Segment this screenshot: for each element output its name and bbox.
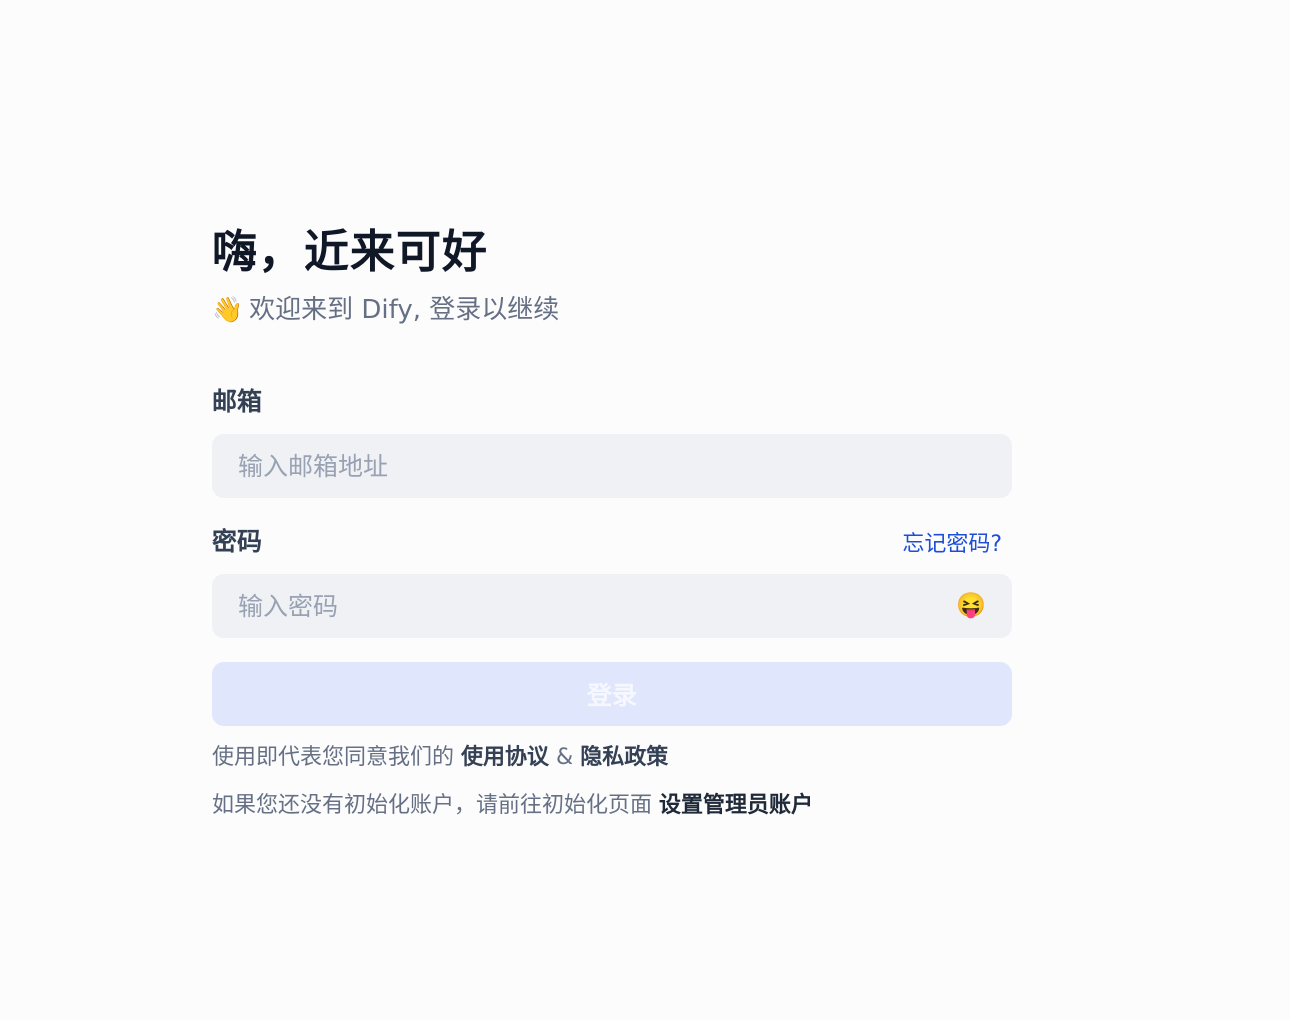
init-notice: 如果您还没有初始化账户，请前往初始化页面 设置管理员账户 bbox=[212, 790, 1012, 822]
setup-admin-link[interactable]: 设置管理员账户 bbox=[659, 793, 813, 818]
email-field-container bbox=[212, 434, 1012, 498]
init-prefix: 如果您还没有初始化账户，请前往初始化页面 bbox=[212, 793, 653, 818]
login-page: 嗨，近来可好 👋 欢迎来到 Dify, 登录以继续 邮箱 密码 忘记密码? 😝 … bbox=[0, 0, 1290, 1020]
email-label-row: 邮箱 bbox=[212, 384, 1012, 420]
page-subtitle: 👋 欢迎来到 Dify, 登录以继续 bbox=[212, 292, 1012, 328]
email-input[interactable] bbox=[212, 434, 1012, 498]
subtitle-text: 欢迎来到 Dify, 登录以继续 bbox=[249, 295, 560, 325]
page-title: 嗨，近来可好 bbox=[212, 225, 489, 278]
terms-separator: & bbox=[556, 745, 574, 770]
password-label: 密码 bbox=[212, 527, 263, 556]
terms-of-service-link[interactable]: 使用协议 bbox=[461, 745, 549, 770]
password-field-container: 😝 bbox=[212, 574, 1012, 638]
privacy-policy-link[interactable]: 隐私政策 bbox=[580, 745, 668, 770]
terms-notice: 使用即代表您同意我们的 使用协议 & 隐私政策 bbox=[212, 742, 1012, 774]
show-password-toggle-icon[interactable]: 😝 bbox=[956, 594, 986, 618]
password-input[interactable] bbox=[212, 574, 1012, 638]
terms-prefix: 使用即代表您同意我们的 bbox=[212, 745, 455, 770]
waving-hand-icon: 👋 bbox=[212, 295, 244, 324]
email-label: 邮箱 bbox=[212, 387, 263, 416]
forgot-password-link[interactable]: 忘记密码? bbox=[902, 526, 1002, 558]
login-form: 嗨，近来可好 👋 欢迎来到 Dify, 登录以继续 邮箱 密码 忘记密码? 😝 … bbox=[212, 222, 1012, 822]
password-label-row: 密码 忘记密码? bbox=[212, 524, 1012, 560]
login-button[interactable]: 登录 bbox=[212, 662, 1012, 726]
